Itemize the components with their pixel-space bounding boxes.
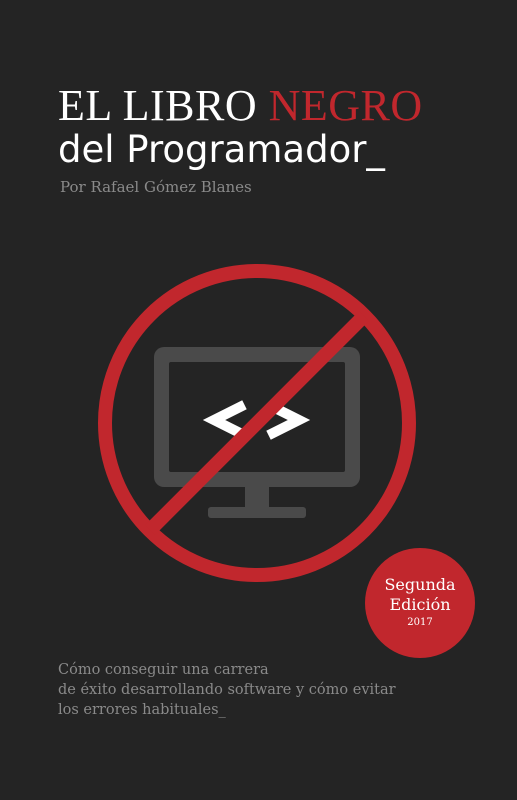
title-accent: NEGRO (268, 81, 423, 130)
book-title-line2: del Programador_ (58, 128, 385, 171)
edition-badge: Segunda Edición 2017 (365, 548, 475, 658)
book-cover: EL LIBRO NEGRO del Programador_ Por Rafa… (0, 0, 517, 800)
title-prefix: EL LIBRO (58, 81, 269, 130)
subtitle-line-2: de éxito desarrollando software y cómo e… (58, 682, 396, 698)
subtitle-line-3: los errores habituales_ (58, 702, 226, 718)
book-subtitle: Cómo conseguir una carrera de éxito desa… (58, 660, 498, 720)
author-byline: Por Rafael Gómez Blanes (60, 178, 252, 196)
badge-line2: Edición (389, 595, 451, 614)
badge-year: 2017 (407, 617, 433, 628)
no-symbol-icon (98, 264, 416, 582)
subtitle-line-1: Cómo conseguir una carrera (58, 662, 269, 678)
badge-line1: Segunda (384, 575, 456, 594)
book-title-line1: EL LIBRO NEGRO (58, 82, 423, 130)
